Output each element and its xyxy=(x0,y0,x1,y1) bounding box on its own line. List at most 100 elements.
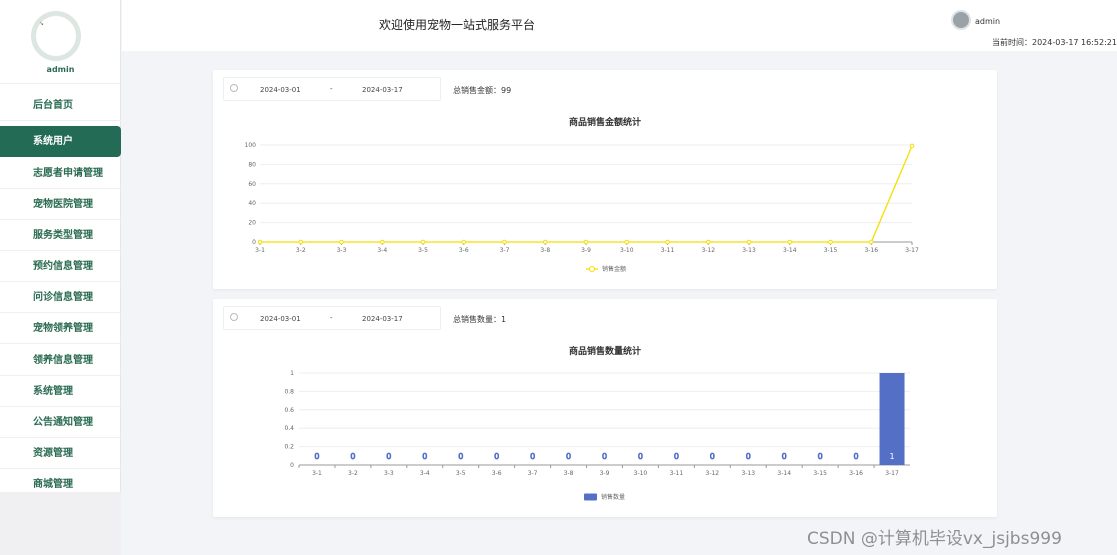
y-tick-label: 80 xyxy=(248,161,256,168)
data-point xyxy=(257,239,263,245)
x-tick-label: 3-16 xyxy=(849,470,863,477)
page-title: 欢迎使用宠物一站式服务平台 xyxy=(379,18,536,32)
data-point xyxy=(624,239,630,245)
y-tick-label: 20 xyxy=(248,220,256,227)
x-tick-label: 3-12 xyxy=(701,247,715,254)
x-tick-label: 3-9 xyxy=(600,470,610,477)
y-tick-label: 0.8 xyxy=(284,388,294,395)
sidebar-item[interactable]: 后台首页 xyxy=(0,90,121,121)
data-label: 0 xyxy=(746,452,751,461)
data-label: 0 xyxy=(422,452,427,461)
sidebar-item[interactable]: 服务类型管理 xyxy=(0,220,121,251)
data-point xyxy=(787,239,793,245)
y-tick-label: 1 xyxy=(290,370,294,377)
x-tick-label: 3-3 xyxy=(384,470,394,477)
legend-label: 销售数量 xyxy=(601,493,625,501)
sidebar-profile: ↘ admin xyxy=(0,0,120,84)
sidebar-item[interactable]: 资源管理 xyxy=(0,438,121,469)
y-tick-label: 0.2 xyxy=(284,444,294,451)
data-label: 0 xyxy=(638,452,643,461)
user-avatar[interactable] xyxy=(951,10,971,30)
legend-swatch xyxy=(584,493,597,501)
x-tick-label: 3-15 xyxy=(824,247,838,254)
sidebar: ↘ admin 后台首页系统用户 志愿者申请管理 宠物医院管理 服务类型管理 预约信息管… xyxy=(0,0,121,555)
x-tick-label: 3-2 xyxy=(296,247,306,254)
y-tick-label: 0.6 xyxy=(284,407,294,414)
x-tick-label: 3-11 xyxy=(670,470,684,477)
data-label: 0 xyxy=(566,452,571,461)
x-tick-label: 3-16 xyxy=(864,247,878,254)
sidebar-item[interactable]: 系统管理 xyxy=(0,376,121,407)
data-point xyxy=(665,239,670,245)
y-tick-label: 60 xyxy=(248,181,256,188)
sidebar-footer xyxy=(0,492,121,555)
x-tick-label: 3-10 xyxy=(634,470,648,477)
data-point xyxy=(339,239,344,245)
data-point xyxy=(379,239,385,245)
line-chart: 0 20 40 60 80 100 3-1 3-2 3-3 3-4 3-5 3-6 3-7 3-8 3-9 3… xyxy=(245,142,919,273)
current-time-label: 当前时间： xyxy=(992,38,1032,47)
y-tick-label: 100 xyxy=(245,142,257,149)
data-point xyxy=(828,239,833,245)
data-point xyxy=(461,239,467,245)
x-tick-label: 3-4 xyxy=(377,247,387,254)
sidebar-item[interactable]: 公告通知管理 xyxy=(0,407,121,438)
x-tick-label: 3-8 xyxy=(540,247,550,254)
y-tick-label: 40 xyxy=(248,200,256,207)
y-tick-label: 0.4 xyxy=(284,425,294,432)
data-label: 0 xyxy=(350,452,355,461)
data-label: 0 xyxy=(386,452,391,461)
x-tick-label: 3-1 xyxy=(255,247,265,254)
sidebar-item[interactable]: 预约信息管理 xyxy=(0,251,121,282)
x-tick-label: 3-9 xyxy=(581,247,591,254)
bar-chart: 00.20.40.60.813-103-203-303-403-503-603-… xyxy=(284,370,910,501)
avatar[interactable]: ↘ xyxy=(31,11,81,61)
sidebar-item[interactable]: 志愿者申请管理 xyxy=(0,158,121,189)
data-label: 0 xyxy=(782,452,787,461)
data-label: 0 xyxy=(818,452,823,461)
sidebar-item[interactable]: 宠物领养管理 xyxy=(0,313,121,344)
x-tick-label: 3-13 xyxy=(741,470,755,477)
x-tick-label: 3-17 xyxy=(905,247,919,254)
x-tick-label: 3-10 xyxy=(620,247,634,254)
series-line xyxy=(260,145,913,243)
sidebar-item[interactable]: 领养信息管理 xyxy=(0,345,121,376)
data-point xyxy=(542,239,548,245)
data-point xyxy=(746,239,752,245)
sidebar-username: admin xyxy=(46,65,75,74)
sidebar-item[interactable]: 宠物医院管理 xyxy=(0,189,121,220)
legend-marker xyxy=(589,266,595,272)
current-time-value: 2024-03-17 16:52:21 xyxy=(1032,38,1117,47)
watermark: CSDN @计算机毕设vx_jsjbs999 xyxy=(807,529,1062,549)
data-label: 0 xyxy=(602,452,607,461)
x-tick-label: 3-13 xyxy=(742,247,756,254)
sales-amount-card: 2024-03-01 - 2024-03-17 总销售金额：99 商品销售金额统… xyxy=(213,70,997,289)
data-label: 1 xyxy=(889,452,894,461)
x-tick-label: 3-15 xyxy=(813,470,827,477)
header-username[interactable]: admin xyxy=(975,17,1000,26)
data-label: 0 xyxy=(854,452,859,461)
data-label: 0 xyxy=(458,452,463,461)
data-label: 0 xyxy=(674,452,679,461)
x-tick-label: 3-6 xyxy=(492,470,502,477)
x-tick-label: 3-11 xyxy=(661,247,675,254)
x-tick-label: 3-5 xyxy=(456,470,466,477)
data-label: 0 xyxy=(494,452,499,461)
x-tick-label: 3-3 xyxy=(337,247,347,254)
x-tick-label: 3-4 xyxy=(420,470,430,477)
data-point xyxy=(298,239,304,245)
data-point xyxy=(583,239,589,245)
x-tick-label: 3-5 xyxy=(418,247,428,254)
legend-label: 销售金额 xyxy=(602,265,626,273)
x-tick-label: 3-7 xyxy=(500,247,510,254)
sidebar-item[interactable]: 系统用户 xyxy=(0,126,121,157)
data-label: 0 xyxy=(710,452,715,461)
data-point xyxy=(909,143,915,149)
data-label: 0 xyxy=(314,452,319,461)
x-tick-label: 3-1 xyxy=(312,470,322,477)
x-tick-label: 3-14 xyxy=(783,247,797,254)
sidebar-item[interactable]: 问诊信息管理 xyxy=(0,282,121,313)
x-tick-label: 3-7 xyxy=(528,470,538,477)
y-tick-label: 0 xyxy=(290,462,294,469)
x-tick-label: 3-14 xyxy=(777,470,791,477)
